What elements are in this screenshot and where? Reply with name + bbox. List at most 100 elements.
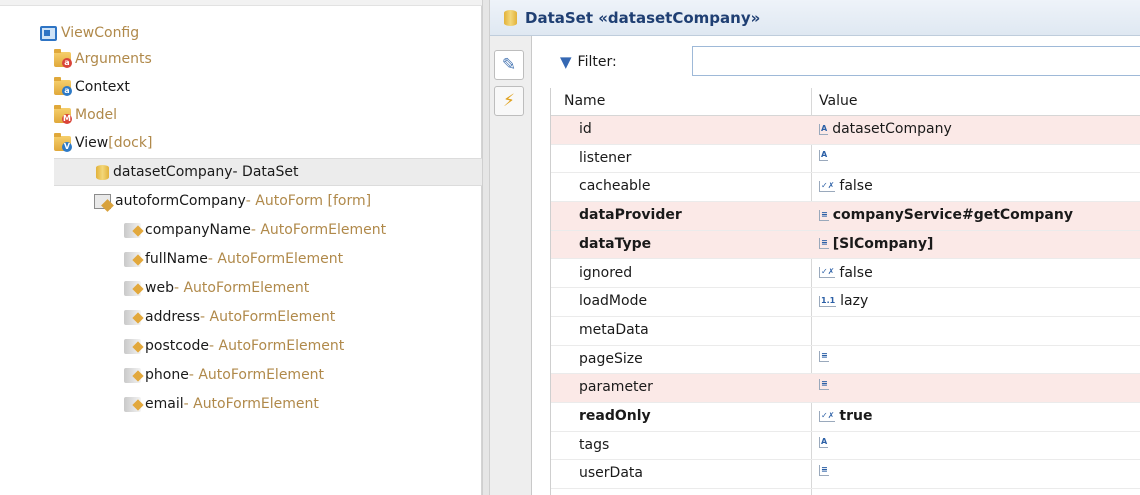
property-row-loadmode[interactable]: loadMode 1.1 lazy <box>551 288 1140 317</box>
type-indicator-icon: ✓✗ <box>819 410 836 422</box>
property-value[interactable]: ≡ <box>819 379 833 391</box>
property-name: listener <box>579 149 632 166</box>
badge-icon: a <box>62 57 72 68</box>
property-name: cacheable <box>579 178 651 195</box>
filter-input[interactable] <box>692 46 1140 76</box>
tree-node-type: - DataSet <box>232 164 299 180</box>
property-value[interactable]: A <box>819 149 832 161</box>
property-value[interactable]: A <box>819 436 832 448</box>
property-value[interactable]: AdatasetCompany <box>819 121 952 137</box>
autoform-element-icon <box>124 280 141 296</box>
property-name: dataProvider <box>579 207 682 224</box>
tree-node-label: companyName <box>145 222 251 238</box>
tree-node-email[interactable]: email - AutoFormElement <box>124 391 319 417</box>
property-row-id[interactable]: id AdatasetCompany <box>551 116 1140 145</box>
property-value[interactable]: 1.1 lazy <box>819 293 868 309</box>
property-name: userData <box>579 465 643 482</box>
property-name: tags <box>579 436 610 453</box>
tree-node-viewconfig[interactable]: ViewConfig <box>40 20 139 46</box>
badge-icon: V <box>62 141 72 152</box>
tree-node-type: - AutoForm [form] <box>245 193 372 209</box>
property-value-text: true <box>839 408 873 424</box>
property-name: id <box>579 121 592 137</box>
tree-node-arguments[interactable]: a Arguments <box>54 46 152 72</box>
tree-node-label: Arguments <box>75 51 152 67</box>
column-header-value[interactable]: Value <box>819 93 857 109</box>
tree-node-datasetcompany[interactable]: datasetCompany - DataSet <box>94 159 298 185</box>
type-indicator-icon: A <box>819 436 829 448</box>
type-indicator-icon: ≡ <box>819 465 829 477</box>
property-value[interactable]: ≡ companyService#getCompany <box>819 207 1073 223</box>
property-name: loadMode <box>579 293 648 310</box>
property-row-dataprovider[interactable]: dataProvider ≡ companyService#getCompany <box>551 202 1140 231</box>
property-row-tags[interactable]: tags A <box>551 432 1140 461</box>
property-value[interactable]: ✓✗ false <box>819 265 873 281</box>
property-value[interactable]: ✓✗ false <box>819 178 873 194</box>
tree-node-label: email <box>145 396 184 412</box>
tree-node-label: postcode <box>145 338 209 354</box>
property-value-text: datasetCompany <box>832 121 952 137</box>
tree-node-label: datasetCompany <box>113 164 233 180</box>
panel-title-bar: DataSet «datasetCompany» <box>490 0 1140 36</box>
tree-node-label: fullName <box>145 251 208 267</box>
split-pane-divider[interactable] <box>482 0 490 495</box>
property-value-text: companyService#getCompany <box>832 207 1073 224</box>
property-name: metaData <box>579 321 649 338</box>
tree-node-context[interactable]: a Context <box>54 74 130 100</box>
type-indicator-icon: A <box>819 123 829 135</box>
type-indicator-icon: ≡ <box>819 350 829 362</box>
tree-node-view[interactable]: V View [dock] <box>54 130 152 156</box>
tree-node-companyname[interactable]: companyName - AutoFormElement <box>124 217 386 243</box>
property-row-pagesize[interactable]: pageSize ≡ <box>551 346 1140 375</box>
properties-tab[interactable]: ✎ <box>494 50 524 80</box>
property-row-metadata[interactable]: metaData <box>551 317 1140 346</box>
tree-node-type: - AutoFormElement <box>207 251 344 267</box>
viewconfig-icon <box>40 25 57 41</box>
tree-node-autoformcompany[interactable]: autoformCompany - AutoForm [form] <box>94 188 371 214</box>
type-indicator-icon: 1.1 <box>819 295 837 307</box>
property-name: parameter <box>579 379 653 396</box>
property-table: Name Value id AdatasetCompany listener Acac… <box>550 88 1140 495</box>
tree-node-address[interactable]: address - AutoFormElement <box>124 304 335 330</box>
autoform-element-icon <box>124 396 141 412</box>
database-icon <box>96 164 109 180</box>
property-value[interactable]: ≡ <box>819 465 833 477</box>
property-row-readonly[interactable]: readOnly ✓✗ true <box>551 403 1140 432</box>
property-row-datatype[interactable]: dataType ≡ [SlCompany] <box>551 230 1140 260</box>
autoform-element-icon <box>124 338 141 354</box>
panel-title: DataSet «datasetCompany» <box>525 8 761 27</box>
badge-icon: a <box>62 85 72 96</box>
type-indicator-icon: ≡ <box>819 209 829 221</box>
property-row-ignored[interactable]: ignored ✓✗ false <box>551 260 1140 289</box>
events-tab[interactable]: ⚡ <box>494 86 524 116</box>
lightning-icon: ⚡ <box>503 91 515 111</box>
tree-node-model[interactable]: M Model <box>54 102 117 128</box>
property-name: dataType <box>579 235 652 252</box>
property-value[interactable]: ≡ <box>819 350 833 362</box>
property-value-text: false <box>839 264 873 281</box>
tree-node-postcode[interactable]: postcode - AutoFormElement <box>124 333 344 359</box>
tree-node-label: Model <box>75 107 118 123</box>
property-value[interactable]: ✓✗ true <box>819 408 872 424</box>
type-indicator-icon: ≡ <box>819 379 829 391</box>
property-row-cacheable[interactable]: cacheable ✓✗ false <box>551 173 1140 203</box>
folder-arguments-icon: a <box>54 48 72 68</box>
tree-node-type: - AutoFormElement <box>250 222 387 238</box>
autoform-element-icon <box>124 309 141 325</box>
tree-node-web[interactable]: web - AutoFormElement <box>124 275 309 301</box>
column-header-name[interactable]: Name <box>564 93 605 109</box>
side-tab-strip: ✎ ⚡ <box>490 36 532 495</box>
type-indicator-icon: A <box>819 149 829 161</box>
property-value-text: [SlCompany] <box>832 235 934 252</box>
tree-node-label: address <box>145 309 201 325</box>
table-header: Name Value <box>551 88 1140 116</box>
property-row-listener[interactable]: listener A <box>551 145 1140 174</box>
outline-tree: ViewConfig a Arguments a Context M Model… <box>0 0 482 495</box>
tree-node-label: ViewConfig <box>61 25 140 41</box>
tree-node-label: View <box>75 135 109 151</box>
tree-node-phone[interactable]: phone - AutoFormElement <box>124 362 324 388</box>
tree-node-fullname[interactable]: fullName - AutoFormElement <box>124 246 343 272</box>
property-row-userdata[interactable]: userData ≡ <box>551 460 1140 490</box>
property-value[interactable]: ≡ [SlCompany] <box>819 236 933 252</box>
property-row-parameter[interactable]: parameter ≡ <box>551 374 1140 403</box>
